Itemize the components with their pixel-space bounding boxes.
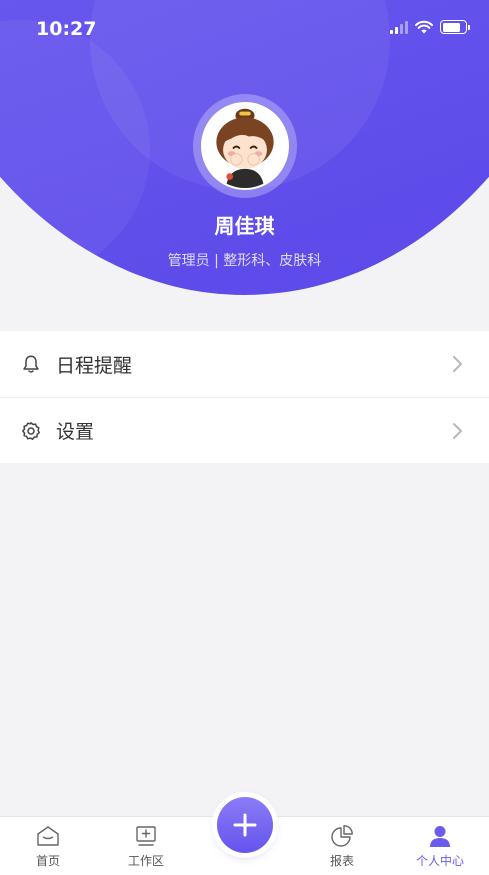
menu-item-label: 设置 [56, 421, 95, 443]
chevron-right-icon [453, 356, 462, 372]
user-icon [427, 823, 453, 849]
add-button[interactable] [217, 797, 273, 853]
tab-profile[interactable]: 个人中心 [400, 823, 480, 873]
bell-icon [20, 353, 42, 375]
tab-home[interactable]: 首页 [8, 823, 88, 873]
tab-label: 工作区 [127, 854, 164, 868]
tab-reports[interactable]: 报表 [302, 823, 382, 873]
gear-icon [20, 420, 42, 442]
tab-label: 首页 [35, 854, 60, 868]
status-time: 10:27 [36, 18, 97, 40]
plus-icon [233, 813, 257, 837]
settings-menu: 日程提醒 设置 [0, 331, 489, 463]
home-icon [35, 823, 61, 849]
avatar-image [201, 102, 289, 190]
battery-icon [440, 20, 470, 34]
workspace-icon [133, 823, 159, 849]
status-bar: 10:27 [0, 0, 489, 60]
menu-item-settings[interactable]: 设置 [0, 397, 489, 463]
status-icons [390, 20, 470, 34]
user-role: 管理员 | 整形科、皮肤科 [167, 253, 322, 269]
tab-label: 个人中心 [415, 854, 464, 868]
wifi-icon [415, 20, 433, 34]
chevron-right-icon [453, 423, 462, 439]
pie-chart-icon [329, 823, 355, 849]
tab-label: 报表 [329, 854, 354, 868]
signal-icon [390, 20, 408, 34]
tab-workspace[interactable]: 工作区 [106, 823, 186, 873]
user-name: 周佳琪 [214, 214, 275, 238]
avatar[interactable] [193, 94, 297, 198]
profile-header: 10:27 周佳琪 管理员 | 整形科、皮肤科 [0, 0, 489, 300]
menu-item-schedule-reminder[interactable]: 日程提醒 [0, 331, 489, 397]
menu-item-label: 日程提醒 [56, 354, 133, 377]
